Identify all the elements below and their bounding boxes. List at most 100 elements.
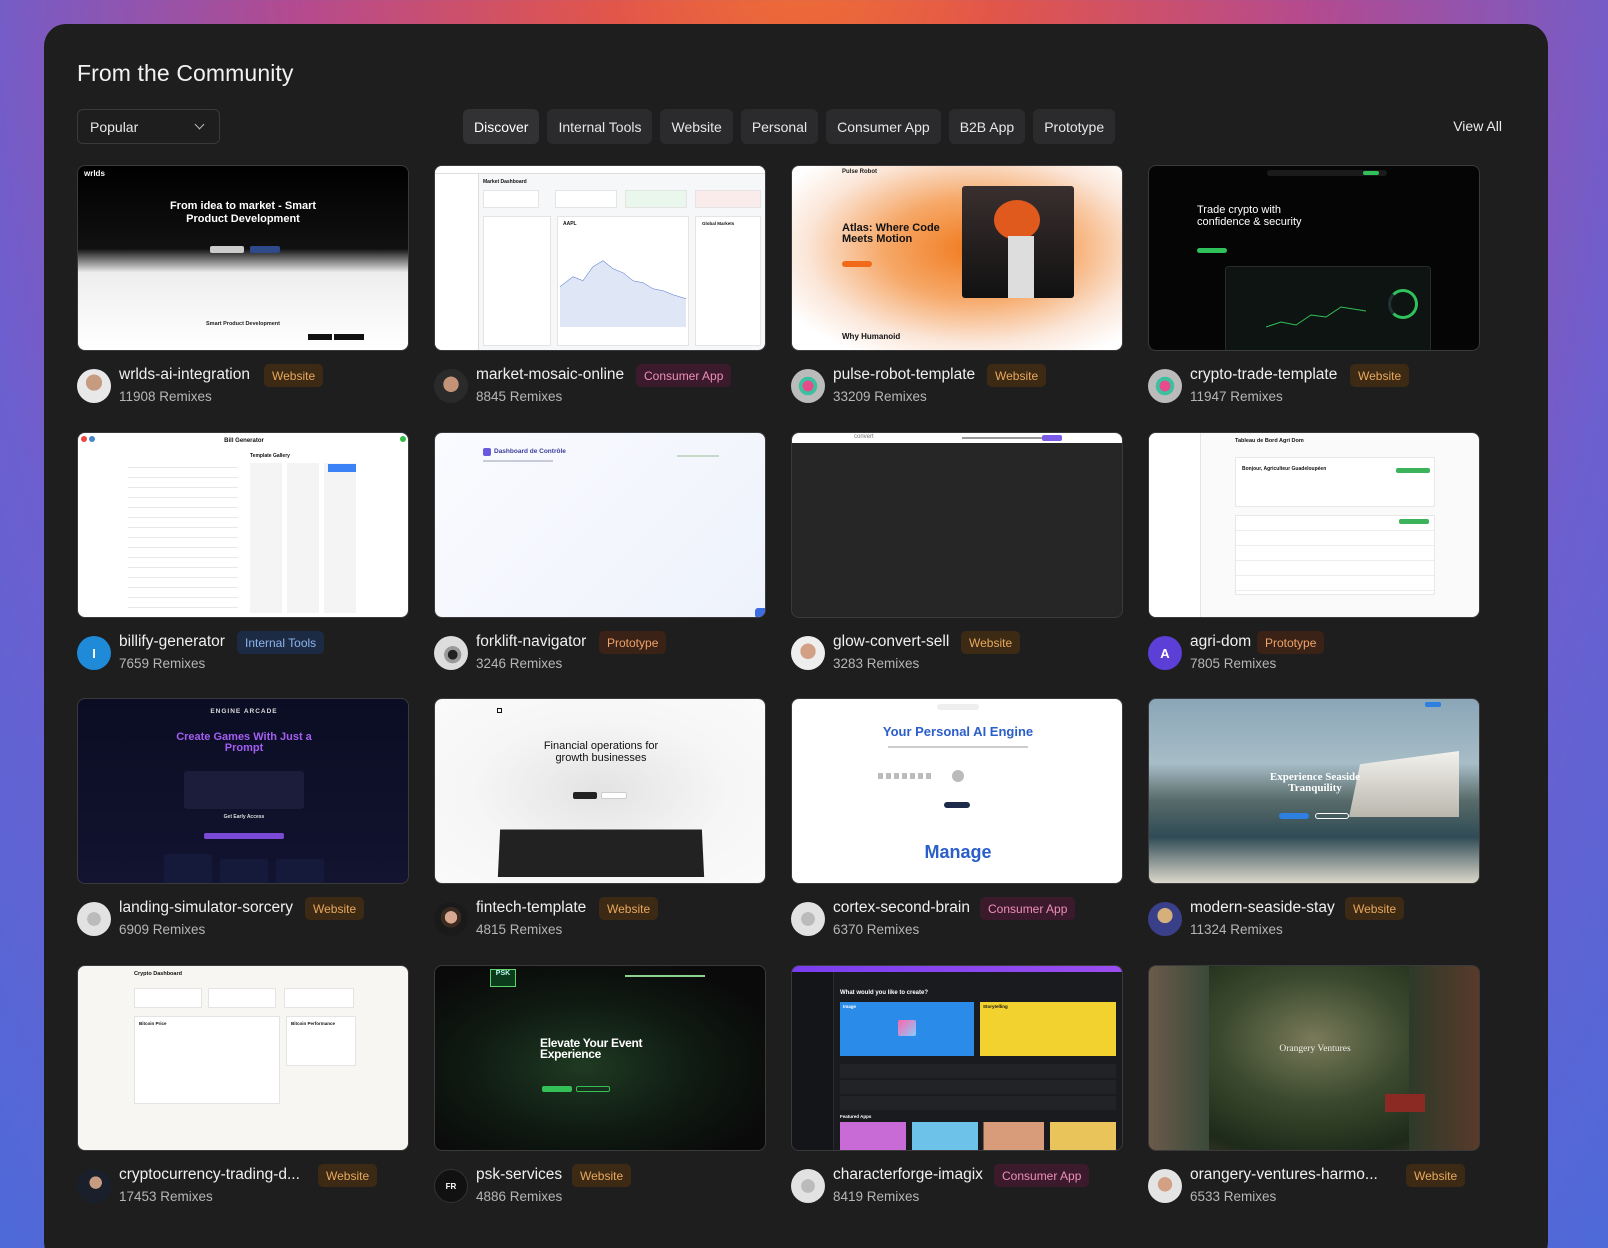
project-thumbnail[interactable]: Bill Generator Template Gallery: [77, 432, 409, 618]
thumb-headline: Orangery Ventures: [1279, 1044, 1351, 1054]
project-meta: glow-convert-sell Website 3283 Remixes: [791, 630, 1123, 674]
robot-image: [962, 186, 1074, 298]
thumb-feature-card: [220, 859, 268, 883]
thumb-sidebar: [1149, 433, 1201, 617]
project-card[interactable]: PSK Elevate Your Event Experience FR psk…: [434, 965, 766, 1204]
project-thumbnail[interactable]: Market Dashboard AAPL Global Markets: [434, 165, 766, 351]
thumb-logo: ENGINE ARCADE: [210, 708, 278, 715]
project-name[interactable]: cryptocurrency-trading-d...: [119, 1166, 300, 1184]
project-meta: orangery-ventures-harmo... Website 6533 …: [1148, 1163, 1480, 1207]
category-badge: Website: [987, 364, 1047, 387]
avatar: [434, 636, 468, 670]
tab-discover[interactable]: Discover: [463, 109, 540, 144]
tab-prototype[interactable]: Prototype: [1033, 109, 1116, 144]
project-thumbnail[interactable]: Orangery Ventures: [1148, 965, 1480, 1151]
project-thumbnail[interactable]: Dashboard de Contrôle: [434, 432, 766, 618]
project-card[interactable]: convert glow-convert-sell Website 3283 R…: [791, 432, 1123, 671]
view-all-link[interactable]: View All: [1453, 118, 1502, 134]
project-card[interactable]: wrlds From idea to market - Smart Produc…: [77, 165, 409, 404]
project-thumbnail[interactable]: wrlds From idea to market - Smart Produc…: [77, 165, 409, 351]
thumb-card: [208, 988, 276, 1008]
remix-count: 11908 Remixes: [119, 389, 212, 404]
remix-count: 6370 Remixes: [833, 922, 920, 937]
project-card[interactable]: What would you like to create? Image Sto…: [791, 965, 1123, 1204]
remix-count: 33209 Remixes: [833, 389, 927, 404]
category-badge: Website: [1345, 897, 1405, 920]
avatar: [434, 902, 468, 936]
tab-b2b-app[interactable]: B2B App: [948, 109, 1026, 144]
thumb-card: [134, 988, 202, 1008]
project-name[interactable]: billify-generator: [119, 633, 225, 651]
dot-icon: [89, 436, 95, 442]
project-name[interactable]: modern-seaside-stay: [1190, 899, 1335, 917]
avatar: [1148, 1169, 1182, 1203]
project-thumbnail[interactable]: Trade crypto with confidence & security: [1148, 165, 1480, 351]
project-name[interactable]: cortex-second-brain: [833, 899, 970, 917]
project-thumbnail[interactable]: Financial operations for growth business…: [434, 698, 766, 884]
project-name[interactable]: fintech-template: [476, 899, 586, 917]
thumb-button: [210, 246, 244, 253]
project-card[interactable]: Dashboard de Contrôle forklift-navigator…: [434, 432, 766, 671]
project-card[interactable]: Experience Seaside Tranquility modern-se…: [1148, 698, 1480, 937]
project-thumbnail[interactable]: What would you like to create? Image Sto…: [791, 965, 1123, 1151]
tab-internal-tools[interactable]: Internal Tools: [547, 109, 653, 144]
project-thumbnail[interactable]: ENGINE ARCADE Create Games With Just a P…: [77, 698, 409, 884]
project-name[interactable]: pulse-robot-template: [833, 366, 975, 384]
project-card[interactable]: Pulse Robot Atlas: Where Code Meets Moti…: [791, 165, 1123, 404]
project-name[interactable]: wrlds-ai-integration: [119, 366, 250, 384]
remix-count: 11947 Remixes: [1190, 389, 1283, 404]
thumb-card: [284, 988, 354, 1008]
close-dot-icon: [81, 436, 87, 442]
project-name[interactable]: glow-convert-sell: [833, 633, 949, 651]
tab-consumer-app[interactable]: Consumer App: [826, 109, 941, 144]
community-panel: From the Community Popular Discover Inte…: [44, 24, 1548, 1248]
remix-count: 17453 Remixes: [119, 1189, 213, 1204]
category-tabs: Discover Internal Tools Website Personal…: [463, 109, 1116, 144]
project-card[interactable]: Financial operations for growth business…: [434, 698, 766, 937]
project-name[interactable]: market-mosaic-online: [476, 366, 624, 384]
project-thumbnail[interactable]: Your Personal AI Engine Manage: [791, 698, 1123, 884]
project-card[interactable]: Market Dashboard AAPL Global Markets mar…: [434, 165, 766, 404]
project-card[interactable]: Tableau de Bord Agri Dom Bonjour, Agricu…: [1148, 432, 1480, 671]
project-meta: A agri-dom Prototype 7805 Remixes: [1148, 630, 1480, 674]
thumb-button: [542, 1086, 572, 1092]
project-card[interactable]: Trade crypto with confidence & security …: [1148, 165, 1480, 404]
tab-website[interactable]: Website: [660, 109, 733, 144]
thumb-logo: PSK: [490, 969, 516, 987]
project-name[interactable]: landing-simulator-sorcery: [119, 899, 293, 917]
project-name[interactable]: characterforge-imagix: [833, 1166, 983, 1184]
thumb-button: [1399, 519, 1429, 524]
project-meta: I billify-generator Internal Tools 7659 …: [77, 630, 409, 674]
avatar: [1148, 369, 1182, 403]
thumb-button: [944, 802, 970, 808]
thumb-nav-links: [962, 437, 1042, 439]
project-name[interactable]: psk-services: [476, 1166, 562, 1184]
project-thumbnail[interactable]: Tableau de Bord Agri Dom Bonjour, Agricu…: [1148, 432, 1480, 618]
tab-personal[interactable]: Personal: [740, 109, 819, 144]
project-thumbnail[interactable]: Pulse Robot Atlas: Where Code Meets Moti…: [791, 165, 1123, 351]
project-thumbnail[interactable]: Crypto Dashboard Bitcoin Price Bitcoin P…: [77, 965, 409, 1151]
project-name[interactable]: orangery-ventures-harmo...: [1190, 1166, 1378, 1184]
image-icon: [898, 1020, 916, 1036]
thumb-card: [625, 190, 687, 208]
thumb-headline: Experience Seaside Tranquility: [1269, 771, 1361, 794]
project-thumbnail[interactable]: PSK Elevate Your Event Experience: [434, 965, 766, 1151]
project-name[interactable]: crypto-trade-template: [1190, 366, 1337, 384]
painting-bridge: [1385, 1094, 1425, 1112]
project-card[interactable]: Your Personal AI Engine Manage cortex-se…: [791, 698, 1123, 937]
project-card[interactable]: Crypto Dashboard Bitcoin Price Bitcoin P…: [77, 965, 409, 1204]
dot-icon: [400, 436, 406, 442]
project-thumbnail[interactable]: convert: [791, 432, 1123, 618]
thumb-list: [840, 1064, 1116, 1110]
sort-dropdown[interactable]: Popular: [77, 109, 220, 144]
project-card[interactable]: Bill Generator Template Gallery I billif…: [77, 432, 409, 671]
project-card[interactable]: Orangery Ventures orangery-ventures-harm…: [1148, 965, 1480, 1204]
project-thumbnail[interactable]: Experience Seaside Tranquility: [1148, 698, 1480, 884]
project-name[interactable]: forklift-navigator: [476, 633, 586, 651]
avatar: [791, 636, 825, 670]
thumb-headline: Tableau de Bord Agri Dom: [1235, 438, 1304, 444]
thumb-headline: Atlas: Where Code Meets Motion: [842, 222, 940, 245]
project-card[interactable]: ENGINE ARCADE Create Games With Just a P…: [77, 698, 409, 937]
thumb-feature-card: [276, 859, 324, 883]
project-name[interactable]: agri-dom: [1190, 633, 1251, 651]
